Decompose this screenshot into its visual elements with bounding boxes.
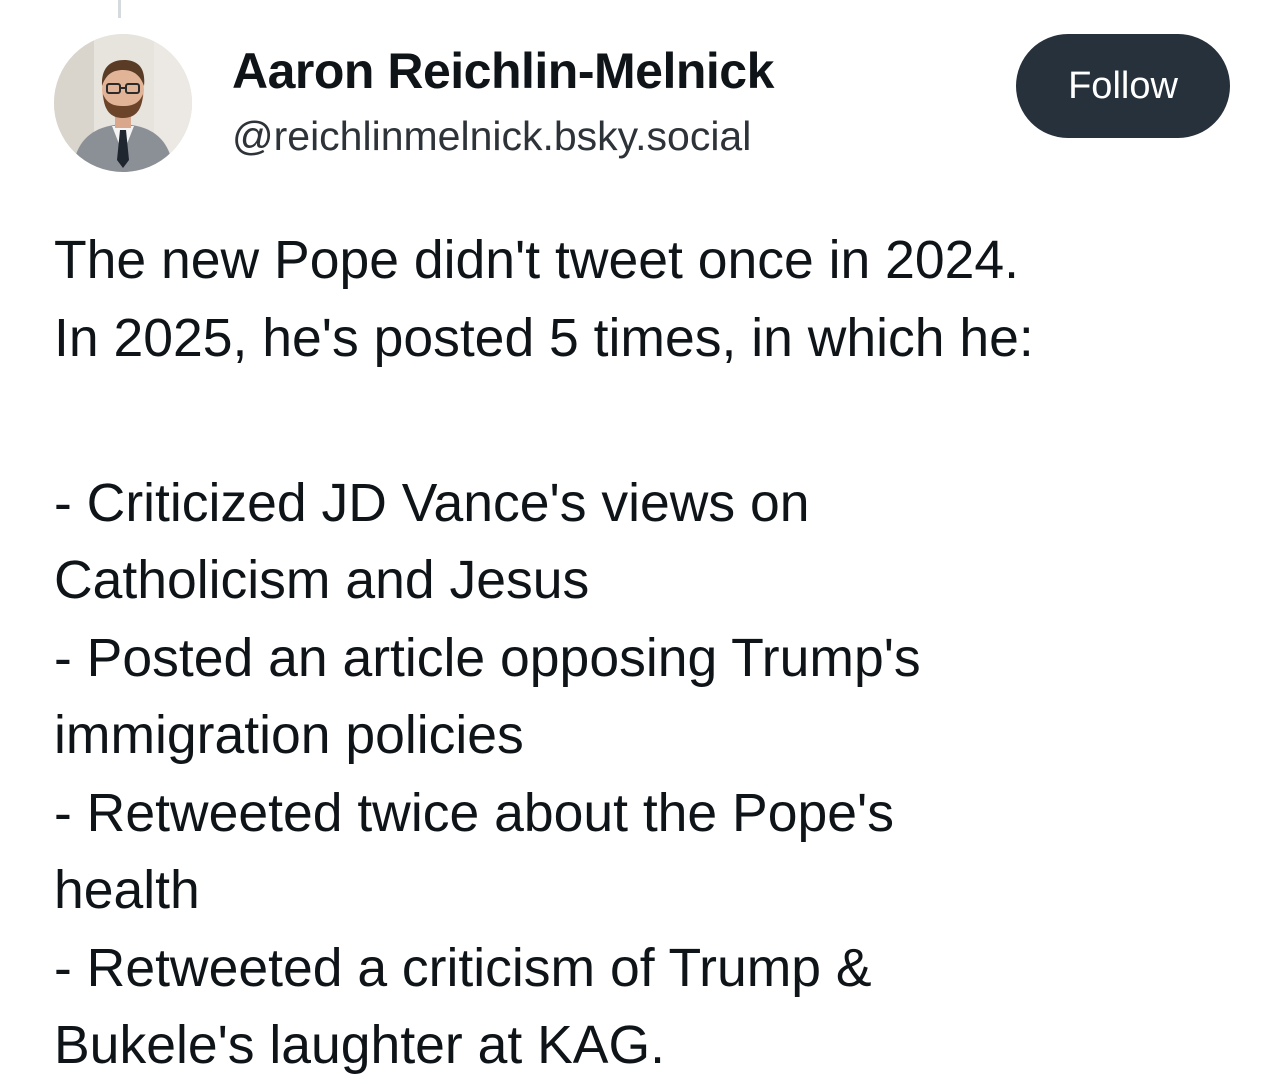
post-text-line: - Posted an article opposing Trump's — [54, 628, 921, 688]
post-text-line: - Criticized JD Vance's views on — [54, 473, 810, 533]
post-text-line: - Retweeted a criticism of Trump & — [54, 938, 872, 998]
post-text: The new Pope didn't tweet once in 2024. … — [54, 222, 1254, 1085]
author-handle[interactable]: @reichlinmelnick.bsky.social — [232, 110, 751, 162]
post-text-line: In 2025, he's posted 5 times, in which h… — [54, 308, 1034, 368]
follow-button[interactable]: Follow — [1016, 34, 1230, 138]
post-text-line: The new Pope didn't tweet once in 2024. — [54, 231, 1019, 290]
post-text-line: Bukele's laughter at KAG. — [54, 1016, 665, 1075]
post-text-blank-line — [54, 377, 1254, 455]
post-text-line: immigration policies — [54, 706, 524, 765]
person-photo-avatar-icon — [54, 34, 192, 172]
author-name[interactable]: Aaron Reichlin-Melnick — [232, 40, 774, 102]
author-avatar[interactable] — [54, 34, 192, 172]
post-text-line: health — [54, 861, 200, 920]
thread-connector-line — [118, 0, 121, 18]
post-text-line: - Retweeted twice about the Pope's — [54, 783, 894, 843]
post-text-line: Catholicism and Jesus — [54, 551, 590, 610]
